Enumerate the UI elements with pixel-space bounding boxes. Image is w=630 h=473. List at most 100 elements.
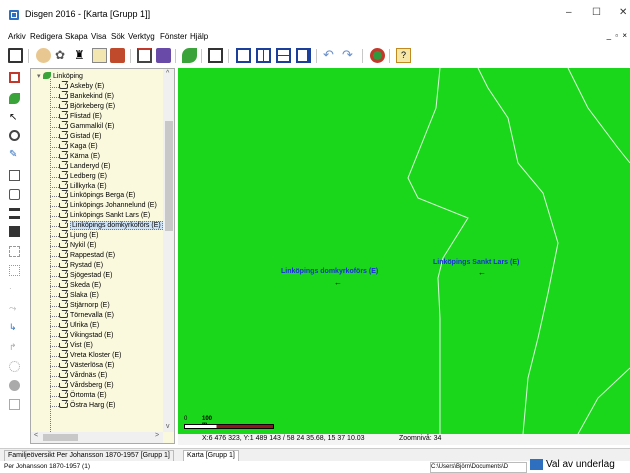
chart-icon[interactable]	[208, 48, 223, 63]
tree-vertical-scrollbar[interactable]: ^ v	[163, 69, 174, 432]
map-label-sankt-lars[interactable]: Linköpings Sankt Lars (E)	[433, 259, 519, 266]
notification[interactable]: Val av underlag	[530, 459, 615, 472]
close-button[interactable]: ✕	[619, 7, 627, 18]
redo-icon[interactable]: ↷	[342, 48, 357, 63]
menu-redigera[interactable]: Redigera	[30, 32, 62, 41]
church-icon	[59, 243, 68, 249]
scroll-down-icon[interactable]: v	[166, 423, 170, 430]
map-view[interactable]: Linköpings domkyrkoförs (E) ← Linköpings…	[178, 68, 630, 434]
tree-item-label: Rappestad (E)	[70, 252, 116, 260]
tree-item-label: Skeda (E)	[70, 282, 102, 290]
list-icon[interactable]	[9, 208, 20, 219]
copy-icon[interactable]	[9, 189, 20, 200]
scroll-up-icon[interactable]: ^	[166, 70, 169, 77]
tree-item-label: Linköpings Johannelund (E)	[70, 202, 157, 210]
compass-icon[interactable]	[9, 361, 20, 372]
tree-item-label: Linköpings Sankt Lars (E)	[70, 212, 151, 220]
leaf-icon[interactable]	[9, 93, 20, 104]
printer-icon[interactable]	[8, 48, 23, 63]
menu-visa[interactable]: Visa	[91, 32, 106, 41]
title-bar: Disgen 2016 - [Karta [Grupp 1]] – ☐ ✕	[0, 0, 630, 30]
scroll-left-icon[interactable]: <	[34, 432, 38, 439]
church-icon	[59, 263, 68, 269]
map-label-domkyrkofors[interactable]: Linköpings domkyrkoförs (E)	[281, 268, 378, 275]
menu-hjalp[interactable]: Hjälp	[190, 32, 208, 41]
status-bar: Per Johansson 1870-1957 (1) C:\Users\Bjö…	[0, 459, 630, 473]
tree-item-label: Törnevalla (E)	[70, 311, 114, 319]
scale-zero: 0	[184, 416, 188, 422]
gallery-icon[interactable]	[156, 48, 171, 63]
tree-horizontal-scrollbar[interactable]: < >	[31, 432, 163, 443]
tree-item-label: Kärna (E)	[70, 152, 100, 160]
tree-item-label: Linköpings domkyrkoförs (E)	[70, 221, 163, 231]
document-path: C:\Users\Björn\Documents\D	[430, 462, 527, 473]
grid-icon[interactable]	[9, 226, 20, 237]
church-icon	[59, 372, 68, 378]
person-icon[interactable]	[36, 48, 51, 63]
menu-sok[interactable]: Sök	[111, 32, 125, 41]
menu-verktyg[interactable]: Verktyg	[128, 32, 155, 41]
pointer-icon[interactable]: ↖	[9, 113, 20, 124]
church-icon	[59, 173, 68, 179]
church-icon	[59, 293, 68, 299]
menu-fonster[interactable]: Fönster	[160, 32, 187, 41]
minimize-button[interactable]: –	[566, 7, 572, 18]
binoculars-icon[interactable]: ♜	[74, 48, 89, 63]
window-single-icon[interactable]	[236, 48, 251, 63]
dot-icon[interactable]: ·	[9, 284, 20, 295]
family-tree-icon[interactable]: ✿	[55, 48, 70, 63]
zoom-icon[interactable]	[9, 130, 20, 141]
scroll-thumb[interactable]	[165, 121, 173, 231]
layers-icon[interactable]	[9, 246, 20, 257]
tree-item-label: Ledberg (E)	[70, 172, 107, 180]
map-marker-sankt-lars[interactable]: ←	[478, 268, 486, 277]
book-icon[interactable]	[110, 48, 125, 63]
undo-icon[interactable]: ↶	[323, 48, 338, 63]
tree-item[interactable]: Örtomta (E)	[50, 391, 163, 401]
app-icon	[9, 10, 19, 20]
mdi-controls[interactable]: _ ▫ ×	[607, 31, 628, 40]
church-icon	[59, 123, 68, 129]
tree-item-label: Örtomta (E)	[70, 391, 107, 399]
tree-item[interactable]: Östra Harg (E)	[50, 401, 163, 411]
scroll-thumb-horizontal[interactable]	[43, 434, 78, 441]
tree-item-label: Sjögestad (E)	[70, 272, 113, 280]
window-split-vertical-icon[interactable]	[256, 48, 271, 63]
scroll-right-icon[interactable]: >	[155, 432, 159, 439]
window-split-horizontal-icon[interactable]	[276, 48, 291, 63]
square-icon[interactable]	[9, 399, 20, 410]
menu-skapa[interactable]: Skapa	[65, 32, 88, 41]
coordinate-readout: X:6 476 323, Y:1 489 143 / 58 24 35.68, …	[202, 435, 365, 442]
route-icon[interactable]: ⤳	[9, 303, 20, 314]
globe-icon[interactable]	[370, 48, 385, 63]
tree-item-label: Nykil (E)	[70, 242, 97, 250]
tree-root[interactable]: ▾ Linköping	[37, 71, 83, 80]
circle-icon[interactable]	[9, 380, 20, 391]
map-marker-domkyrkofors[interactable]: ←	[334, 278, 342, 287]
table-icon[interactable]	[9, 265, 20, 276]
menu-bar: Arkiv Redigera Skapa Visa Sök Verktyg Fö…	[0, 30, 630, 44]
tab-family-overview[interactable]: Familjeöversikt Per Johansson 1870-1957 …	[4, 450, 174, 461]
close-map-icon[interactable]	[9, 72, 20, 83]
leaf-icon[interactable]	[182, 48, 197, 63]
window-cascade-icon[interactable]	[296, 48, 311, 63]
branch-icon[interactable]: ↱	[9, 342, 20, 353]
tree-root-label: Linköping	[52, 73, 83, 80]
church-icon	[59, 392, 68, 398]
tree-item-label: Stjärnorp (E)	[70, 301, 110, 309]
tab-map[interactable]: Karta [Grupp 1]	[183, 450, 239, 461]
tree-item-label: Slaka (E)	[70, 292, 99, 300]
menu-arkiv[interactable]: Arkiv	[8, 32, 26, 41]
ruler-icon[interactable]	[9, 170, 20, 181]
home-icon[interactable]	[137, 48, 152, 63]
pen-icon[interactable]: ✎	[9, 150, 20, 161]
tree-item-label: Björkeberg (E)	[70, 102, 116, 110]
route-alt-icon[interactable]: ↳	[9, 322, 20, 333]
church-icon	[59, 93, 68, 99]
notification-icon	[530, 459, 543, 470]
maximize-button[interactable]: ☐	[592, 7, 601, 18]
edit-icon[interactable]	[92, 48, 107, 63]
tree-item-label: Rystad (E)	[70, 262, 104, 270]
church-icon	[59, 193, 68, 199]
help-icon[interactable]: ?	[396, 48, 411, 63]
